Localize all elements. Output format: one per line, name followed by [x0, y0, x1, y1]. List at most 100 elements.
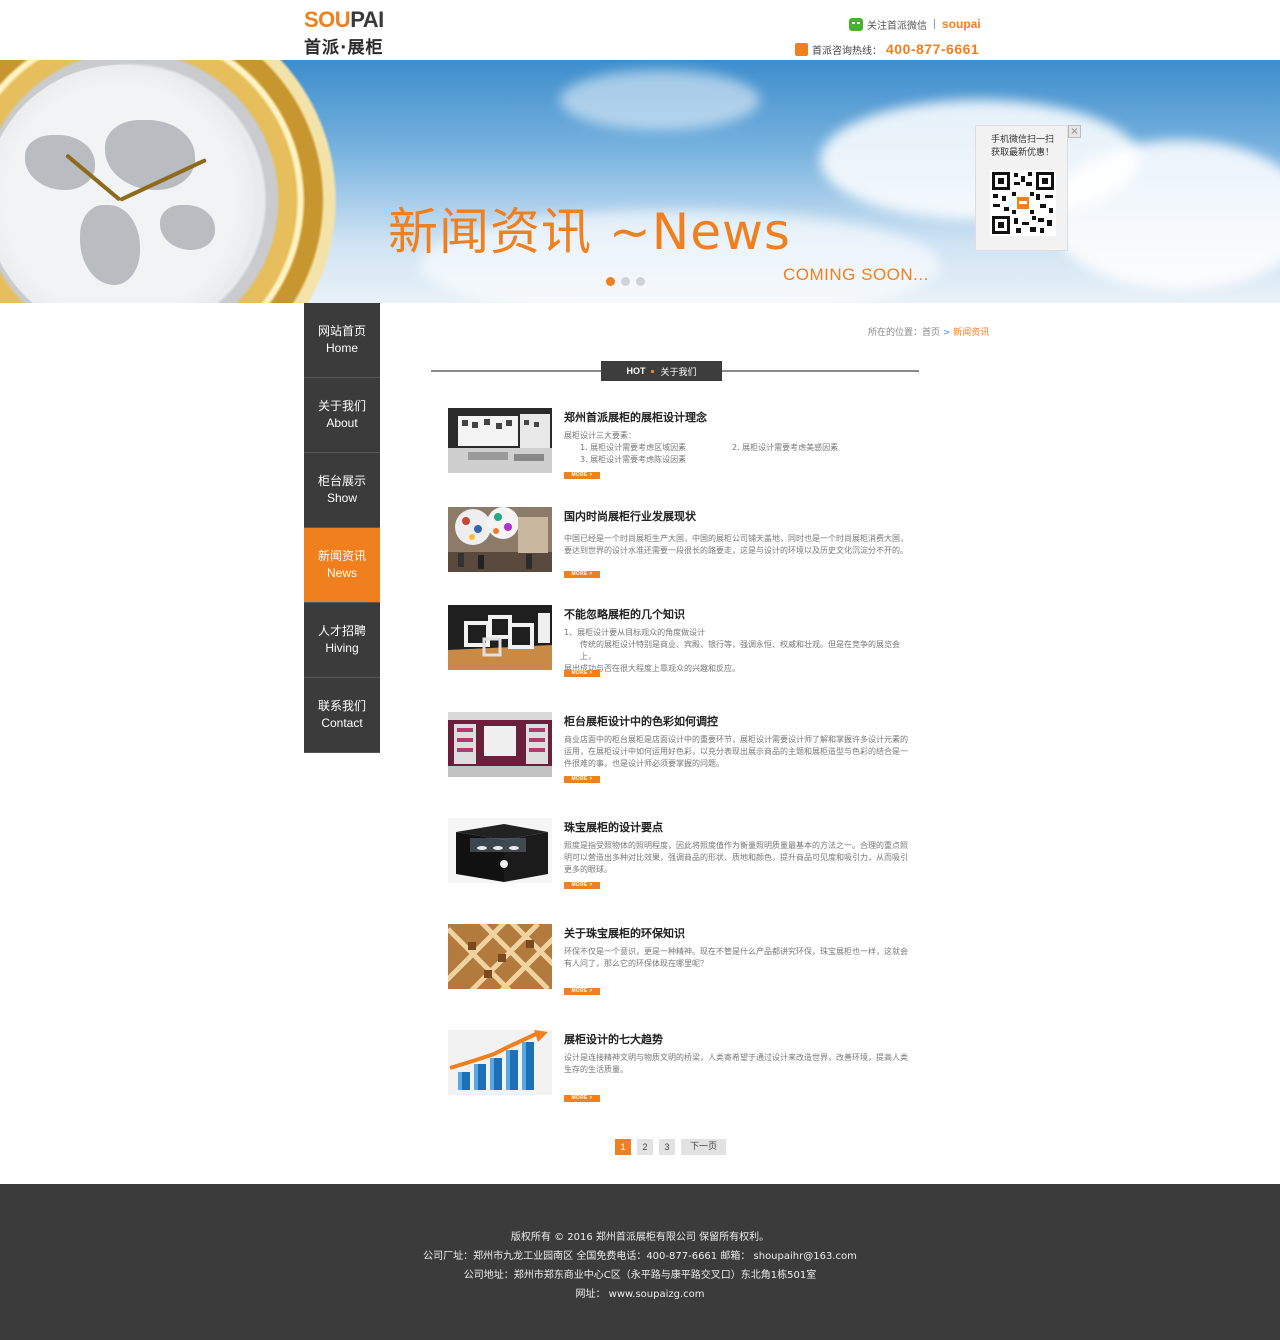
nav-label-cn: 网站首页 [317, 324, 366, 338]
news-thumbnail[interactable] [448, 408, 552, 473]
page-button-2[interactable]: 2 [637, 1139, 653, 1155]
slider-dots [606, 277, 645, 286]
nav-item-hiving[interactable]: 人才招聘 Hiving [304, 603, 380, 678]
breadcrumb-prefix[interactable]: 所在的位置：首页 > [868, 328, 950, 338]
nav-label-cn: 人才招聘 [317, 624, 366, 638]
slider-dot[interactable] [621, 277, 630, 286]
logo-wordmark: SOUPAI [304, 7, 384, 32]
banner-title: 新闻资讯 ~News [388, 203, 791, 261]
pagination: 1 2 3 下一页 [615, 1139, 726, 1155]
site-header: SOUPAI 首派·展柜 关注首派微信 soupai 首派咨询热线： 400-8… [0, 0, 1280, 60]
nav-label-cn: 新闻资讯 [317, 549, 366, 563]
website-text[interactable]: 网址： www.soupaizg.com [0, 1285, 1280, 1300]
nav-label-en: News [326, 566, 357, 580]
news-title[interactable]: 郑州首派展柜的展柜设计理念 [564, 409, 707, 425]
more-button[interactable]: MORE > [564, 1095, 600, 1102]
news-thumbnail[interactable] [448, 924, 552, 989]
section-tab: HOT 关于我们 [601, 361, 722, 381]
wechat-icon [849, 17, 863, 31]
news-title[interactable]: 不能忽略展柜的几个知识 [564, 606, 685, 622]
qr-popup: 手机微信扫一扫 获取最新优惠！ [975, 125, 1068, 251]
next-page-button[interactable]: 下一页 [681, 1139, 726, 1155]
news-title[interactable]: 展柜设计的七大趋势 [564, 1031, 663, 1047]
news-summary: 照度是指受照物体的照明程度，因此将照度值作为衡量照明质量最基本的方法之一。合理的… [564, 841, 908, 874]
section-label: 关于我们 [660, 367, 697, 378]
news-title[interactable]: 珠宝展柜的设计要点 [564, 819, 663, 835]
news-title[interactable]: 柜台展柜设计中的色彩如何调控 [564, 713, 718, 729]
page-button-3[interactable]: 3 [659, 1139, 675, 1155]
more-button[interactable]: MORE > [564, 776, 600, 783]
map-land [105, 120, 195, 190]
more-button[interactable]: MORE > [564, 571, 600, 578]
news-thumbnail[interactable] [448, 712, 552, 777]
map-land [80, 205, 140, 285]
more-button[interactable]: MORE > [564, 670, 600, 677]
news-title[interactable]: 关于珠宝展柜的环保知识 [564, 925, 685, 941]
banner-subtitle: COMING SOON... [783, 265, 929, 284]
wechat-text: 关注首派微信 [867, 20, 927, 32]
wechat-brand: soupai [942, 17, 981, 31]
news-thumbnail[interactable] [448, 605, 552, 670]
qr-caption: 手机微信扫一扫 获取最新优惠！ [990, 135, 1054, 158]
nav-label-cn: 柜台展示 [317, 474, 366, 488]
nav-item-about[interactable]: 关于我们 About [304, 378, 380, 453]
more-button[interactable]: MORE > [564, 472, 600, 479]
hot-label: HOT [626, 366, 646, 376]
news-item: 国内时尚展柜行业发展现状 中国已经是一个时尚展柜生产大国，中国的展柜公司铺天盖地… [448, 507, 918, 587]
logo-chinese-name: 首派·展柜 [304, 38, 384, 58]
news-summary: 商业店面中的柜台展柜是店面设计中的重要环节，展柜设计需要设计师了解和掌握许多设计… [564, 735, 908, 768]
cloud-shape [560, 70, 760, 130]
breadcrumb-current: 新闻资讯 [953, 328, 990, 338]
nav-item-show[interactable]: 柜台展示 Show [304, 453, 380, 528]
logo[interactable]: SOUPAI 首派·展柜 [304, 7, 412, 59]
news-thumbnail[interactable] [448, 507, 552, 572]
news-item: 郑州首派展柜的展柜设计理念 展柜设计三大要素： 1. 展柜设计需要考虑区域因素 2… [448, 408, 918, 488]
slider-dot[interactable] [636, 277, 645, 286]
qr-code-image [990, 170, 1056, 236]
nav-item-home[interactable]: 网站首页 Home [304, 303, 380, 378]
news-summary: 1、展柜设计要从目标观众的角度做设计 传统的展柜设计特别是商业、宾殿、银行等，强… [564, 628, 900, 673]
more-button[interactable]: MORE > [564, 988, 600, 995]
news-summary: 展柜设计三大要素： 1. 展柜设计需要考虑区域因素 2. 展柜设计需要考虑美感因素… [564, 431, 839, 464]
nav-label-en: Home [325, 341, 358, 355]
news-item: 展柜设计的七大趋势 设计是连接精神文明与物质文明的桥梁，人类寄希望于通过设计来改… [448, 1030, 918, 1110]
hotline-label: 首派咨询热线： [812, 45, 882, 57]
phone-icon [795, 42, 808, 56]
cloud-shape [1050, 140, 1280, 290]
hotline-number: 400-877-6661 [886, 41, 980, 57]
news-title[interactable]: 国内时尚展柜行业发展现状 [564, 508, 696, 524]
nav-label-cn: 关于我们 [317, 399, 366, 413]
more-button[interactable]: MORE > [564, 882, 600, 889]
map-land [25, 135, 95, 190]
nav-label-en: Contact [321, 716, 363, 730]
news-summary: 中国已经是一个时尚展柜生产大国，中国的展柜公司铺天盖地，同时也是一个时尚展柜消费… [564, 534, 908, 555]
news-thumbnail[interactable] [448, 818, 552, 883]
breadcrumb: 所在的位置：首页 > 新闻资讯 [868, 325, 989, 338]
slider-dot[interactable] [606, 277, 615, 286]
nav-label-en: Hiving [325, 641, 359, 655]
hotline: 首派咨询热线： 400-877-6661 [795, 41, 979, 57]
clock-face [0, 65, 255, 303]
clock-image [0, 60, 370, 303]
page-button-1[interactable]: 1 [615, 1139, 631, 1155]
map-land [160, 205, 215, 250]
factory-contact-text: 公司厂址：郑州市九龙工业园南区 全国免费电话：400-877-6661 邮箱： … [423, 1251, 857, 1262]
tab-dot [651, 369, 655, 373]
hero-banner: 新闻资讯 ~News COMING SOON... [0, 60, 1280, 303]
news-item: 不能忽略展柜的几个知识 1、展柜设计要从目标观众的角度做设计 传统的展柜设计特别… [448, 605, 918, 685]
news-summary: 环保不仅是一个意识，更是一种精神。现在不管是什么产品都讲究环保，珠宝展柜也一样，… [564, 947, 908, 968]
nav-item-news[interactable]: 新闻资讯 News [304, 528, 380, 603]
nav-item-contact[interactable]: 联系我们 Contact [304, 678, 380, 753]
news-summary: 设计是连接精神文明与物质文明的桥梁，人类寄希望于通过设计来改造世界，改善环境，提… [564, 1053, 908, 1074]
news-item: 关于珠宝展柜的环保知识 环保不仅是一个意识，更是一种精神。现在不管是什么产品都讲… [448, 924, 918, 1004]
nav-label-en: About [326, 416, 358, 430]
news-item: 珠宝展柜的设计要点 照度是指受照物体的照明程度，因此将照度值作为衡量照明质量最基… [448, 818, 918, 898]
side-navigation: 网站首页 Home 关于我们 About 柜台展示 Show 新闻资讯 News… [304, 303, 380, 753]
site-footer: 版权所有 © 2016 郑州首派展柜有限公司 保留所有权利。 公司厂址：郑州市九… [0, 1184, 1280, 1340]
news-thumbnail[interactable] [448, 1030, 552, 1095]
news-item: 柜台展柜设计中的色彩如何调控 商业店面中的柜台展柜是店面设计中的重要环节，展柜设… [448, 712, 918, 792]
nav-label-en: Show [326, 491, 358, 505]
qr-close-button[interactable]: × [1068, 125, 1081, 138]
wechat-follow[interactable]: 关注首派微信 soupai [849, 16, 981, 32]
copyright-text: 版权所有 © 2016 郑州首派展柜有限公司 保留所有权利。 [510, 1232, 770, 1243]
